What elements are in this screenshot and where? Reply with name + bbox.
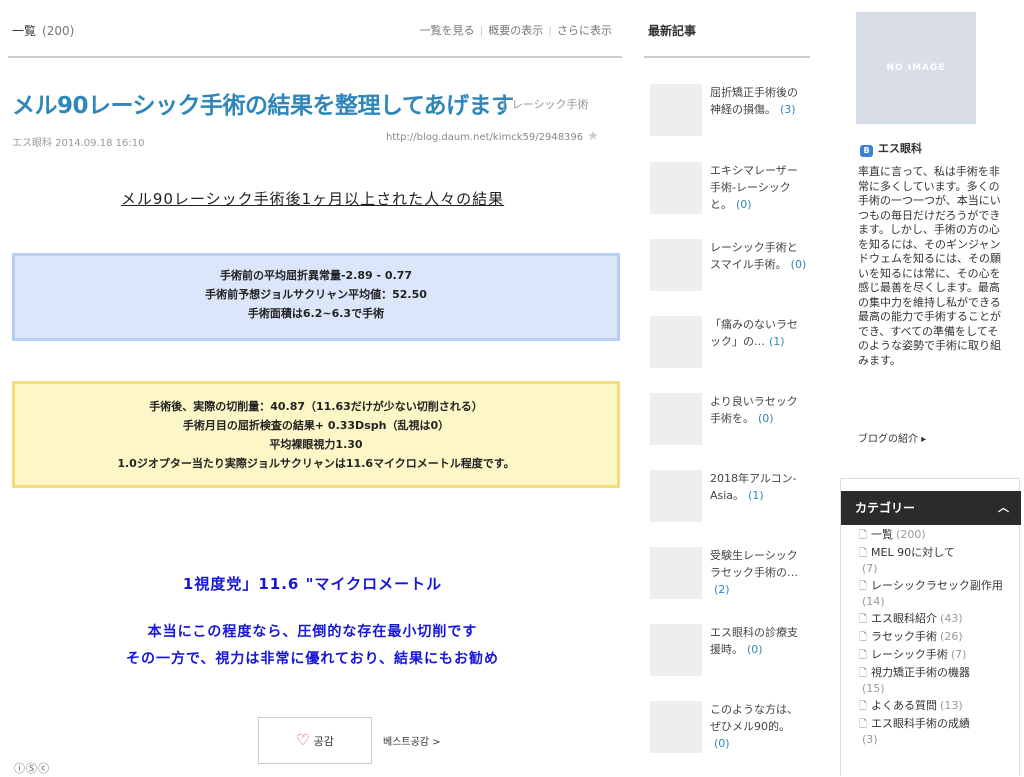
comment-count[interactable]: (3) bbox=[780, 103, 796, 116]
comment-count[interactable]: (0) bbox=[758, 412, 774, 425]
best-like-link[interactable]: 베스트공감 > bbox=[383, 733, 441, 748]
category-item[interactable]: 🗋 エス眼科手術の成績 (3) bbox=[859, 716, 1021, 747]
category-item[interactable]: 🗋 エス眼科紹介 (43) bbox=[859, 611, 1021, 627]
category-box: カテゴリー ︿ 🗋 一覧 (200) 🗋 MEL 90に対して (7) 🗋 レーシックラセッ… bbox=[840, 478, 1021, 776]
post-thumbnail[interactable] bbox=[650, 316, 702, 368]
recent-post-title[interactable]: より良いラセック手術を。 bbox=[710, 395, 798, 425]
post-thumbnail[interactable] bbox=[650, 701, 702, 753]
postop-line: 手術月目の屈折検査の結果+ 0.33Dsph（乱視は0） bbox=[182, 419, 450, 432]
highlight-text: 1視度党」11.6 "マイクロメートル bbox=[182, 575, 443, 593]
preop-info-box: 手術前の平均屈折異常量-2.89 - 0.77 手術前予想ジョルサクリャン平均値… bbox=[12, 253, 620, 341]
document-icon: 🗋 bbox=[859, 530, 868, 541]
category-item[interactable]: 🗋 ラセック手術 (26) bbox=[859, 629, 1021, 645]
document-icon: 🗋 bbox=[859, 719, 868, 730]
recent-post-title[interactable]: このような方は、ぜひメル90的。 bbox=[710, 703, 798, 733]
cc-license-icon[interactable]: ⓘⓈⓒ bbox=[14, 760, 50, 776]
post-thumbnail[interactable] bbox=[650, 162, 702, 214]
blog-icon: B bbox=[860, 145, 873, 157]
postop-line: 手術後、実際の切削量：40.87（11.63だけが少ない切削される） bbox=[149, 400, 483, 413]
recent-post-item[interactable]: 受験生レーシックラセック手術の… (2) bbox=[650, 547, 810, 623]
recent-posts-title: 最新記事 bbox=[648, 24, 697, 38]
comment-count[interactable]: (0) bbox=[714, 737, 730, 750]
recent-post-item[interactable]: 2018年アルコン-Asia。 (1) bbox=[650, 470, 810, 546]
document-icon: 🗋 bbox=[859, 581, 868, 592]
category-item[interactable]: 🗋 視力矯正手術の機器 (15) bbox=[859, 665, 1021, 696]
recent-post-title[interactable]: レーシック手術とスマイル手術。 bbox=[710, 241, 798, 271]
divider bbox=[8, 56, 622, 58]
list-links: 一覧を見る | 概要の表示 | さらに表示 bbox=[419, 24, 612, 37]
preop-line: 手術前の平均屈折異常量-2.89 - 0.77 bbox=[219, 269, 413, 282]
postop-line: 平均裸眼視力1.30 bbox=[269, 438, 363, 451]
post-url[interactable]: http://blog.daum.net/kimck59/2948396 ★ bbox=[386, 129, 599, 144]
recent-post-item[interactable]: 「痛みのないラセック」の… (1) bbox=[650, 316, 810, 392]
category-list: 🗋 一覧 (200) 🗋 MEL 90に対して (7) 🗋 レーシックラセック副作用(14… bbox=[859, 527, 1021, 749]
highlight-text: その一方で、視力は非常に優れており、結果にもお勧め bbox=[125, 651, 500, 667]
profile-name[interactable]: B エス眼科 bbox=[860, 140, 922, 157]
category-header[interactable]: カテゴリー ︿ bbox=[841, 491, 1021, 525]
recent-post-title[interactable]: 「痛みのないラセック」の… bbox=[710, 318, 798, 348]
category-item[interactable]: 🗋 よくある質問 (13) bbox=[859, 698, 1021, 714]
profile-image[interactable]: NO IMAGE bbox=[856, 12, 976, 124]
comment-count[interactable]: (0) bbox=[791, 258, 807, 271]
recent-post-title[interactable]: 受験生レーシックラセック手術の… bbox=[710, 549, 798, 579]
view-list-link[interactable]: 一覧を見る bbox=[420, 24, 475, 37]
list-topbar: 一覧 (200) 一覧を見る | 概要の表示 | さらに表示 bbox=[12, 22, 612, 42]
post-thumbnail[interactable] bbox=[650, 393, 702, 445]
document-icon: 🗋 bbox=[859, 650, 868, 661]
document-icon: 🗋 bbox=[859, 632, 868, 643]
category-item[interactable]: 🗋 レーシック手術 (7) bbox=[859, 647, 1021, 663]
category-item[interactable]: 🗋 MEL 90に対して (7) bbox=[859, 545, 1021, 576]
main-column: 一覧 (200) 一覧を見る | 概要の表示 | さらに表示 メル90レーシック手術の結果… bbox=[0, 0, 625, 776]
document-icon: 🗋 bbox=[859, 548, 868, 559]
post-thumbnail[interactable] bbox=[650, 84, 702, 136]
like-button[interactable]: ♡ 공감 bbox=[258, 717, 372, 764]
summary-link[interactable]: 概要の表示 bbox=[488, 24, 543, 37]
more-link[interactable]: さらに表示 bbox=[557, 24, 612, 37]
chevron-up-icon[interactable]: ︿ bbox=[998, 491, 1009, 525]
comment-count[interactable]: (2) bbox=[714, 583, 730, 596]
heart-icon: ♡ bbox=[296, 731, 310, 749]
post-thumbnail[interactable] bbox=[650, 547, 702, 599]
recent-post-item[interactable]: より良いラセック手術を。 (0) bbox=[650, 393, 810, 469]
preop-line: 手術面積は6.2~6.3で手術 bbox=[247, 307, 385, 320]
recent-posts: 最新記事 屈折矯正手術後の神経の損傷。 (3) エキシマレーザー手術-レーシックと… bbox=[640, 0, 810, 776]
document-icon: 🗋 bbox=[859, 614, 868, 625]
recent-post-item[interactable]: このような方は、ぜひメル90的。 (0) bbox=[650, 701, 810, 777]
list-title[interactable]: 一覧 (200) bbox=[12, 22, 74, 39]
post-category[interactable]: | レーシック手術 bbox=[502, 96, 589, 112]
recent-post-item[interactable]: 屈折矯正手術後の神経の損傷。 (3) bbox=[650, 84, 810, 160]
post-heading: メル90レーシック手術後1ヶ月以上された人々の結果 bbox=[120, 190, 505, 208]
recent-post-item[interactable]: レーシック手術とスマイル手術。 (0) bbox=[650, 239, 810, 315]
document-icon: 🗋 bbox=[859, 701, 868, 712]
list-count: (200) bbox=[42, 24, 75, 38]
preop-line: 手術前予想ジョルサクリャン平均値：52.50 bbox=[205, 288, 427, 301]
post-thumbnail[interactable] bbox=[650, 470, 702, 522]
post-thumbnail[interactable] bbox=[650, 624, 702, 676]
star-icon[interactable]: ★ bbox=[587, 129, 599, 144]
profile-description: 率直に言って、私は手術を非常に多くしています。多くの手術の一つ一つが、本当にいつ… bbox=[858, 165, 1001, 367]
post-thumbnail[interactable] bbox=[650, 239, 702, 291]
post-author-date: エス眼科 2014.09.18 16:10 bbox=[12, 138, 145, 149]
comment-count[interactable]: (1) bbox=[748, 489, 764, 502]
blog-intro-link[interactable]: ブログの紹介 ▸ bbox=[858, 430, 926, 445]
comment-count[interactable]: (0) bbox=[736, 198, 752, 211]
comment-count[interactable]: (1) bbox=[769, 335, 785, 348]
postop-line: 1.0ジオプター当たり実際ジョルサクリャンは11.6マイクロメートル程度です。 bbox=[117, 457, 515, 470]
recent-post-title[interactable]: エキシマレーザー手術-レーシックと。 bbox=[710, 164, 798, 211]
document-icon: 🗋 bbox=[859, 668, 868, 679]
post-title[interactable]: メル90レーシック手術の結果を整理してあげます bbox=[12, 86, 514, 120]
divider bbox=[644, 56, 810, 58]
recent-post-item[interactable]: エス眼科の診療支援時。 (0) bbox=[650, 624, 810, 700]
category-item[interactable]: 🗋 一覧 (200) bbox=[859, 527, 1021, 543]
highlight-text: 本当にこの程度なら、圧倒的な存在最小切削です bbox=[147, 624, 478, 640]
right-sidebar: NO IMAGE B エス眼科 率直に言って、私は手術を非常に多くしています。多く… bbox=[840, 0, 1024, 776]
postop-info-box: 手術後、実際の切削量：40.87（11.63だけが少ない切削される） 手術月目の… bbox=[12, 381, 620, 488]
category-item[interactable]: 🗋 レーシックラセック副作用(14) bbox=[859, 578, 1021, 609]
recent-post-item[interactable]: エキシマレーザー手術-レーシックと。 (0) bbox=[650, 162, 810, 238]
comment-count[interactable]: (0) bbox=[747, 643, 763, 656]
